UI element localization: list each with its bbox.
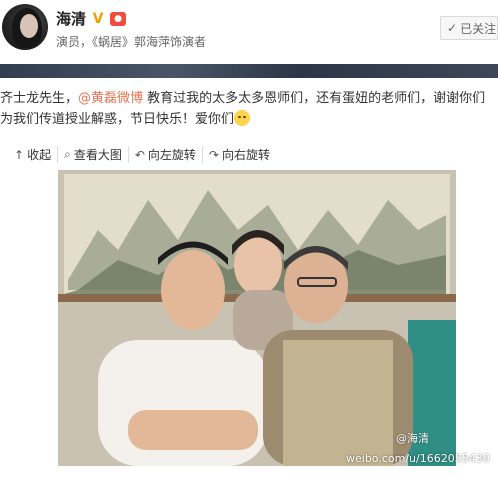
smile-face-icon — [234, 110, 251, 126]
profile-name[interactable]: 海清 — [56, 8, 86, 29]
view-large-button[interactable]: ⌕ 查看大图 — [57, 146, 128, 163]
rotate-left-button[interactable]: ↶ 向左旋转 — [127, 146, 202, 163]
post-text-before: 齐士龙先生， — [0, 91, 79, 106]
name-row: 海清 V ● — [56, 8, 127, 29]
profile-subtitle: 演员，《蜗居》郭海萍饰演者 — [56, 35, 207, 49]
magnifier-icon: ⌕ — [64, 147, 71, 161]
rotate-left-icon: ↶ — [134, 147, 145, 162]
avatar[interactable] — [2, 4, 48, 50]
profile-header: 海清 V ● 演员，《蜗居》郭海萍饰演者 ✓ 已关注 — [0, 0, 498, 64]
post-text: 齐士龙先生，@黄磊微博 教育过我的太多太多恩师们，还有蛋妞的老师们，谢谢你们为我… — [0, 88, 498, 130]
follow-label: 已关注 — [460, 21, 497, 36]
collapse-label: 收起 — [27, 148, 52, 162]
rotate-right-button[interactable]: ↷ 向右旋转 — [201, 146, 276, 163]
photo-watermark-url: weibo.com/u/1662055430 — [346, 452, 490, 465]
post-photo[interactable] — [58, 170, 456, 466]
photo-toolbar: ↑ 收起 ⌕ 查看大图 ↶ 向左旋转 ↷ 向右旋转 — [14, 146, 276, 163]
banner-strip — [0, 64, 498, 78]
collapse-button[interactable]: ↑ 收起 — [14, 146, 57, 163]
arrow-up-icon: ↑ — [14, 147, 25, 162]
photo-watermark-name: @海清 — [396, 432, 429, 445]
follow-button[interactable]: ✓ 已关注 — [440, 16, 498, 40]
v-badge-icon: V — [92, 10, 104, 27]
rotate-right-icon: ↷ — [208, 147, 219, 162]
photo-illustration — [58, 170, 456, 466]
view-large-label: 查看大图 — [73, 148, 122, 162]
rotate-left-label: 向左旋转 — [147, 148, 196, 162]
check-icon: ✓ — [447, 21, 458, 35]
avatar-face — [20, 14, 38, 38]
mention-link[interactable]: @黄磊微博 — [78, 91, 143, 106]
rotate-right-label: 向右旋转 — [221, 148, 270, 162]
weibo-badge-icon: ● — [110, 11, 127, 26]
